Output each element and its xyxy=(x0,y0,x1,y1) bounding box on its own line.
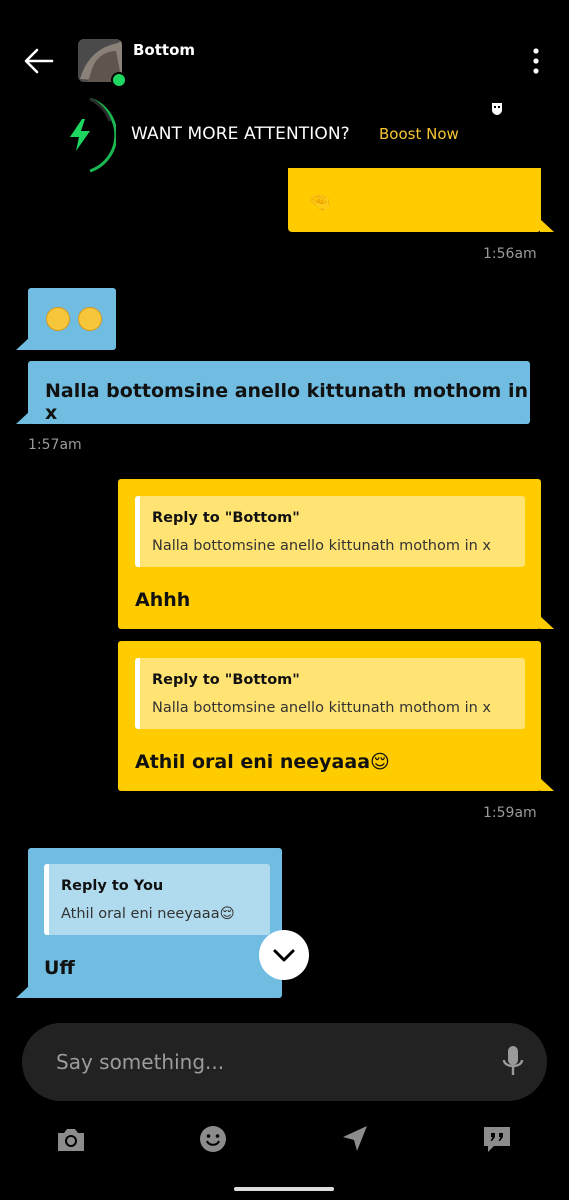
reply-quote[interactable]: Reply to "Bottom" Nalla bottomsine anell… xyxy=(135,496,525,567)
message-timestamp: 1:57am xyxy=(28,437,82,453)
home-indicator xyxy=(234,1187,334,1191)
message-bubble-received[interactable]: Reply to You Athil oral eni neeyaaa😌 Uff xyxy=(28,848,282,998)
more-options-button[interactable] xyxy=(524,46,548,78)
online-status-indicator xyxy=(111,72,127,88)
bubble-tail xyxy=(540,219,554,232)
grinning-sweat-emoji xyxy=(46,307,70,331)
message-input-placeholder: Say something... xyxy=(56,1050,225,1074)
chevron-down-icon xyxy=(273,949,295,962)
scroll-to-bottom-button[interactable] xyxy=(259,930,309,980)
message-bubble-sent[interactable]: 🤏 xyxy=(288,168,541,232)
incognito-mask-icon[interactable] xyxy=(491,101,503,115)
arrow-left-icon xyxy=(24,48,54,74)
contact-name[interactable]: Bottom xyxy=(133,41,195,59)
reply-title: Reply to "Bottom" xyxy=(152,672,300,688)
reply-body: Athil oral eni neeyaaa😌 xyxy=(61,906,235,922)
message-emoji: 🤏 xyxy=(308,191,332,213)
message-text: Ahhh xyxy=(135,589,191,611)
microphone-button[interactable] xyxy=(500,1044,526,1080)
message-bubble-received[interactable]: Nalla bottomsine anello kittunath mothom… xyxy=(28,361,530,424)
back-button[interactable] xyxy=(22,44,56,78)
message-timestamp: 1:56am xyxy=(483,246,537,262)
emoji-icon xyxy=(200,1126,226,1152)
reply-body: Nalla bottomsine anello kittunath mothom… xyxy=(152,538,491,554)
bubble-tail xyxy=(540,616,554,629)
emoji-button[interactable] xyxy=(196,1122,230,1156)
reply-body: Nalla bottomsine anello kittunath mothom… xyxy=(152,700,491,716)
message-bubble-sent[interactable]: Reply to "Bottom" Nalla bottomsine anell… xyxy=(118,641,541,791)
boost-now-link[interactable]: Boost Now xyxy=(379,125,459,143)
reply-quote[interactable]: Reply to "Bottom" Nalla bottomsine anell… xyxy=(135,658,525,729)
message-bubble-sent[interactable]: Reply to "Bottom" Nalla bottomsine anell… xyxy=(118,479,541,629)
bubble-tail xyxy=(540,778,554,791)
saved-phrases-icon xyxy=(484,1127,510,1152)
message-text: Uff xyxy=(44,957,75,979)
bubble-tail xyxy=(16,985,30,998)
bubble-tail xyxy=(16,411,30,424)
boost-progress-arc xyxy=(86,96,118,174)
reply-quote[interactable]: Reply to You Athil oral eni neeyaaa😌 xyxy=(44,864,270,935)
microphone-icon xyxy=(502,1046,524,1075)
message-emoji-content xyxy=(46,307,103,331)
reply-title: Reply to "Bottom" xyxy=(152,510,300,526)
more-vertical-icon xyxy=(533,48,539,74)
bubble-tail xyxy=(16,337,30,350)
grinning-sweat-emoji xyxy=(78,307,103,331)
boost-banner-text: WANT MORE ATTENTION? xyxy=(131,124,350,144)
message-text: Nalla bottomsine anello kittunath mothom… xyxy=(45,380,529,424)
reply-title: Reply to You xyxy=(61,878,164,894)
location-icon xyxy=(343,1126,367,1151)
camera-button[interactable] xyxy=(54,1123,88,1157)
location-button[interactable] xyxy=(338,1122,372,1156)
message-text: Athil oral eni neeyaaa😌 xyxy=(135,751,390,773)
message-bubble-received[interactable]: 😅😅 xyxy=(28,288,116,350)
camera-icon xyxy=(58,1129,84,1151)
message-timestamp: 1:59am xyxy=(483,805,537,821)
saved-phrases-button[interactable] xyxy=(480,1122,514,1156)
